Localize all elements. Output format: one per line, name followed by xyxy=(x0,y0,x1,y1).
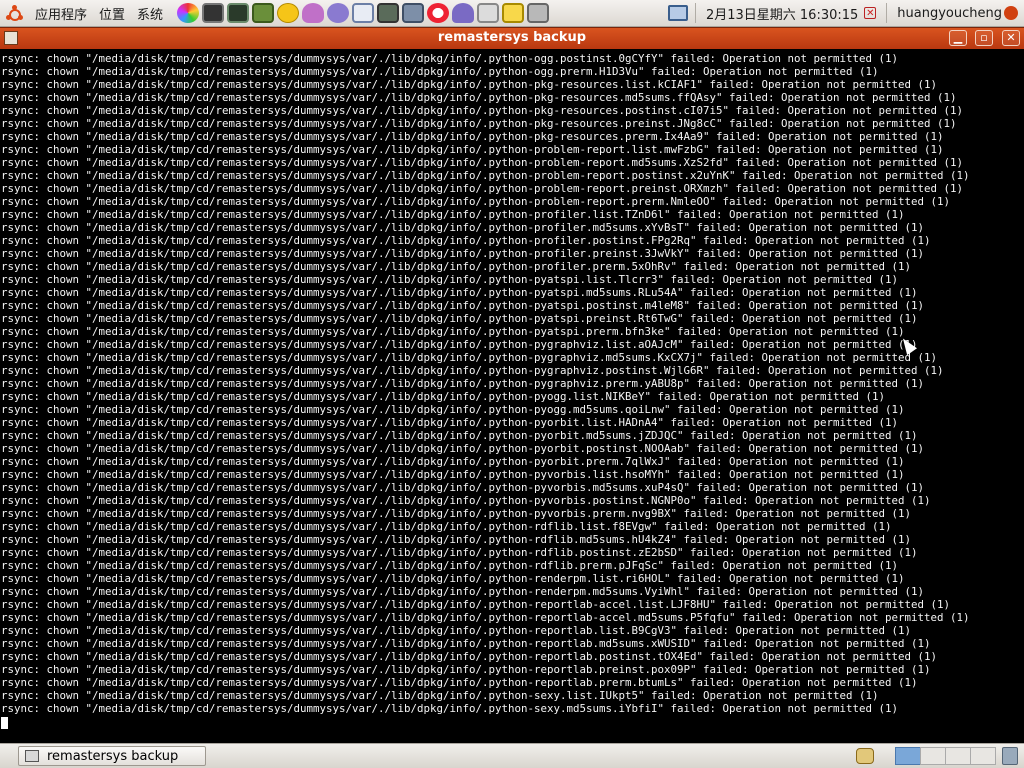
menu-places[interactable]: 位置 xyxy=(93,4,131,23)
terminal-line: rsync: chown "/media/disk/tmp/cd/remaste… xyxy=(1,364,944,377)
terminal-line: rsync: chown "/media/disk/tmp/cd/remaste… xyxy=(1,286,918,299)
terminal-line: rsync: chown "/media/disk/tmp/cd/remaste… xyxy=(1,390,886,403)
terminal-line: rsync: chown "/media/disk/tmp/cd/remaste… xyxy=(1,234,931,247)
terminal-line: rsync: chown "/media/disk/tmp/cd/remaste… xyxy=(1,351,938,364)
terminal-line: rsync: chown "/media/disk/tmp/cd/remaste… xyxy=(1,338,918,351)
network-diagram-icon[interactable] xyxy=(476,3,499,23)
window-title: remastersys backup xyxy=(437,30,587,45)
help-icon[interactable] xyxy=(426,3,449,23)
terminal-icon[interactable] xyxy=(201,3,224,23)
terminal-line: rsync: chown "/media/disk/tmp/cd/remaste… xyxy=(1,507,912,520)
ubuntu-logo-icon[interactable] xyxy=(6,4,24,22)
close-icon[interactable]: ✕ xyxy=(864,7,877,19)
maximize-button[interactable]: ▫ xyxy=(975,30,993,46)
terminal-line: rsync: chown "/media/disk/tmp/cd/remaste… xyxy=(1,416,899,429)
notification-icon[interactable] xyxy=(856,748,874,764)
calculator-icon[interactable] xyxy=(376,3,399,23)
terminal-line: rsync: chown "/media/disk/tmp/cd/remaste… xyxy=(1,520,892,533)
network-icon[interactable] xyxy=(667,5,688,21)
trash-icon[interactable] xyxy=(1002,747,1018,765)
mail-icon[interactable] xyxy=(351,3,374,23)
tools-icon[interactable] xyxy=(526,3,549,23)
terminal-line: rsync: chown "/media/disk/tmp/cd/remaste… xyxy=(1,585,925,598)
terminal-line: rsync: chown "/media/disk/tmp/cd/remaste… xyxy=(1,611,970,624)
terminal-line: rsync: chown "/media/disk/tmp/cd/remaste… xyxy=(1,169,970,182)
taskbar-item-remastersys[interactable]: remastersys backup xyxy=(18,746,206,766)
minimize-button[interactable]: ▁ xyxy=(949,30,967,46)
terminal-line: rsync: chown "/media/disk/tmp/cd/remaste… xyxy=(1,676,918,689)
terminal-line: rsync: chown "/media/disk/tmp/cd/remaste… xyxy=(1,481,925,494)
color-wheel-icon[interactable] xyxy=(176,3,199,23)
workspace-2[interactable] xyxy=(920,747,946,765)
workspace-1[interactable] xyxy=(895,747,921,765)
terminal-line: rsync: chown "/media/disk/tmp/cd/remaste… xyxy=(1,546,918,559)
terminal-line: rsync: chown "/media/disk/tmp/cd/remaste… xyxy=(1,650,938,663)
octopus-icon[interactable] xyxy=(301,3,324,23)
terminal-line: rsync: chown "/media/disk/tmp/cd/remaste… xyxy=(1,104,964,117)
notes-icon[interactable] xyxy=(501,3,524,23)
terminal-line: rsync: chown "/media/disk/tmp/cd/remaste… xyxy=(1,247,925,260)
terminal-line: rsync: chown "/media/disk/tmp/cd/remaste… xyxy=(1,559,899,572)
power-icon[interactable] xyxy=(1004,6,1018,20)
terminal-line: rsync: chown "/media/disk/tmp/cd/remaste… xyxy=(1,65,879,78)
window-titlebar[interactable]: remastersys backup ▁ ▫ ✕ xyxy=(0,27,1024,49)
terminal-line: rsync: chown "/media/disk/tmp/cd/remaste… xyxy=(1,156,964,169)
terminal-line: rsync: chown "/media/disk/tmp/cd/remaste… xyxy=(1,221,925,234)
menu-system[interactable]: 系统 xyxy=(131,4,169,23)
terminal-line: rsync: chown "/media/disk/tmp/cd/remaste… xyxy=(1,273,899,286)
terminal-line: rsync: chown "/media/disk/tmp/cd/remaste… xyxy=(1,325,905,338)
terminal-line: rsync: chown "/media/disk/tmp/cd/remaste… xyxy=(1,468,905,481)
terminal-line: rsync: chown "/media/disk/tmp/cd/remaste… xyxy=(1,377,925,390)
terminal-line: rsync: chown "/media/disk/tmp/cd/remaste… xyxy=(1,208,905,221)
terminal-line: rsync: chown "/media/disk/tmp/cd/remaste… xyxy=(1,702,899,715)
messenger-icon[interactable] xyxy=(326,3,349,23)
terminal-line: rsync: chown "/media/disk/tmp/cd/remaste… xyxy=(1,130,944,143)
terminal-line: rsync: chown "/media/disk/tmp/cd/remaste… xyxy=(1,299,925,312)
terminal-line: rsync: chown "/media/disk/tmp/cd/remaste… xyxy=(1,689,879,702)
taskbar-item-label: remastersys backup xyxy=(47,748,179,764)
terminal-line: rsync: chown "/media/disk/tmp/cd/remaste… xyxy=(1,143,944,156)
workspace-4[interactable] xyxy=(970,747,996,765)
emoticon-icon[interactable] xyxy=(276,3,299,23)
terminal-line: rsync: chown "/media/disk/tmp/cd/remaste… xyxy=(1,624,912,637)
clock[interactable]: 2月13日星期六 16:30:15 xyxy=(700,4,864,23)
book-icon[interactable] xyxy=(251,3,274,23)
terminal-line: rsync: chown "/media/disk/tmp/cd/remaste… xyxy=(1,572,905,585)
terminal-line: rsync: chown "/media/disk/tmp/cd/remaste… xyxy=(1,455,905,468)
launcher-bar xyxy=(175,3,550,23)
terminal-line: rsync: chown "/media/disk/tmp/cd/remaste… xyxy=(1,663,931,676)
workspace-3[interactable] xyxy=(945,747,971,765)
terminal-line: rsync: chown "/media/disk/tmp/cd/remaste… xyxy=(1,442,925,455)
tray-separator xyxy=(886,3,888,23)
system-tray: 2月13日星期六 16:30:15 ✕ huangyoucheng xyxy=(667,0,1024,26)
tray-separator xyxy=(694,3,696,23)
top-panel: 应用程序 位置 系统 2月13日星期六 16:30:15 ✕ huangyouc… xyxy=(0,0,1024,27)
window-icon xyxy=(25,750,39,762)
terminal-lines: rsync: chown "/media/disk/tmp/cd/remaste… xyxy=(0,52,1024,715)
terminal-line: rsync: chown "/media/disk/tmp/cd/remaste… xyxy=(1,52,899,65)
terminal-line: rsync: chown "/media/disk/tmp/cd/remaste… xyxy=(1,117,957,130)
system-monitor-icon[interactable] xyxy=(226,3,249,23)
drive-icon[interactable] xyxy=(401,3,424,23)
terminal-line: rsync: chown "/media/disk/tmp/cd/remaste… xyxy=(1,260,912,273)
close-button[interactable]: ✕ xyxy=(1002,30,1020,46)
terminal-line: rsync: chown "/media/disk/tmp/cd/remaste… xyxy=(1,494,931,507)
ghost-icon[interactable] xyxy=(451,3,474,23)
bottom-panel: remastersys backup xyxy=(0,743,1024,768)
terminal-output[interactable]: rsync: chown "/media/disk/tmp/cd/remaste… xyxy=(0,49,1024,743)
terminal-line: rsync: chown "/media/disk/tmp/cd/remaste… xyxy=(1,637,931,650)
terminal-line: rsync: chown "/media/disk/tmp/cd/remaste… xyxy=(1,533,912,546)
workspace-switcher xyxy=(855,744,1024,768)
terminal-line: rsync: chown "/media/disk/tmp/cd/remaste… xyxy=(1,598,951,611)
terminal-line: rsync: chown "/media/disk/tmp/cd/remaste… xyxy=(1,182,964,195)
menu-applications[interactable]: 应用程序 xyxy=(29,4,93,23)
text-cursor xyxy=(1,717,8,729)
terminal-line: rsync: chown "/media/disk/tmp/cd/remaste… xyxy=(1,312,918,325)
terminal-line: rsync: chown "/media/disk/tmp/cd/remaste… xyxy=(1,195,951,208)
terminal-line: rsync: chown "/media/disk/tmp/cd/remaste… xyxy=(1,78,938,91)
user-name[interactable]: huangyoucheng xyxy=(891,6,1004,21)
terminal-line: rsync: chown "/media/disk/tmp/cd/remaste… xyxy=(1,403,905,416)
terminal-line: rsync: chown "/media/disk/tmp/cd/remaste… xyxy=(1,91,957,104)
terminal-line: rsync: chown "/media/disk/tmp/cd/remaste… xyxy=(1,429,918,442)
